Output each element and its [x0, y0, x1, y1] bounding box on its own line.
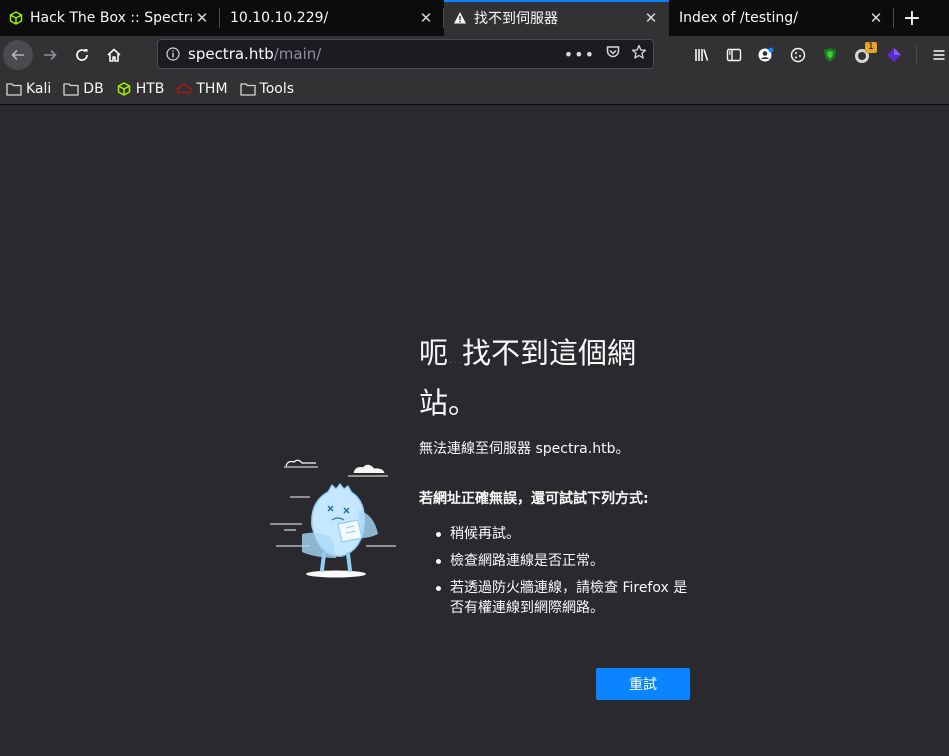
folder-icon [6, 81, 22, 97]
tab-server-not-found[interactable]: 找不到伺服器 ✕ [444, 0, 669, 36]
suggestion-item: 若透過防火牆連線，請檢查 Firefox 是否有權連線到網際網路。 [436, 578, 696, 618]
url-path: /main/ [273, 45, 322, 63]
tab-10-10-10-229[interactable]: 10.10.10.229/ ✕ [220, 0, 444, 36]
url-bar[interactable]: spectra.htb/main/ ••• [157, 39, 654, 69]
htb-cube-icon [116, 81, 132, 97]
forward-arrow-icon [44, 49, 57, 61]
suggestion-list: 稍候再試。 檢查網路連線是否正常。 若透過防火牆連線，請檢查 Firefox 是… [436, 524, 696, 625]
purple-cube-icon [887, 48, 901, 62]
close-icon[interactable]: ✕ [641, 8, 661, 28]
error-title-end: 找不到這個網站。 [419, 336, 637, 420]
home-icon [107, 48, 121, 62]
error-title-start: 呃 [419, 336, 449, 370]
library-icon [695, 49, 709, 61]
close-icon[interactable]: ✕ [866, 8, 886, 28]
forward-button[interactable] [34, 39, 66, 71]
info-icon[interactable] [158, 47, 188, 61]
bookmark-label: Kali [26, 81, 52, 97]
folder-icon [239, 81, 256, 97]
home-button[interactable] [98, 39, 130, 71]
navigation-toolbar: spectra.htb/main/ ••• 1 [0, 36, 949, 74]
bookmark-label: THM [196, 81, 228, 97]
bookmark-kali[interactable]: Kali [6, 81, 51, 97]
error-description: 無法連線至伺服器 spectra.htb。 [419, 441, 630, 457]
green-shield-icon [824, 48, 836, 62]
warning-icon [452, 10, 468, 26]
toolbar-extensions: 1 [686, 39, 949, 71]
tab-title: Hack The Box :: Spectra [30, 10, 192, 26]
bookmark-star-icon[interactable] [631, 44, 647, 64]
suggestion-heading: 若網址正確無誤，還可試試下列方式: [419, 491, 649, 507]
tab-title: 10.10.10.229/ [230, 10, 329, 26]
notification-badge: 1 [865, 42, 877, 53]
close-icon[interactable]: ✕ [416, 8, 436, 28]
sidebar-button[interactable] [718, 39, 750, 71]
new-tab-button[interactable]: + [894, 0, 930, 36]
account-button[interactable] [750, 39, 782, 71]
bookmark-htb[interactable]: HTB [116, 81, 165, 97]
tab-index-of-testing[interactable]: Index of /testing/ ✕ [669, 0, 894, 36]
retry-button[interactable]: 重試 [596, 668, 690, 700]
suggestion-item: 稍候再試。 [436, 524, 696, 544]
error-title: 呃…找不到這個網站。 [419, 331, 691, 425]
tab-title: Index of /testing/ [679, 10, 798, 26]
bookmark-label: DB [83, 81, 104, 97]
bookmark-label: HTB [135, 81, 165, 97]
bookmark-label: Tools [259, 81, 295, 97]
bookmarks-toolbar: Kali DB HTB THM Tools [0, 74, 949, 105]
reload-icon [76, 49, 88, 61]
purple-extension-button[interactable] [878, 39, 910, 71]
bookmark-thm[interactable]: THM [176, 81, 228, 97]
back-arrow-icon [3, 40, 33, 70]
folder-icon [63, 81, 79, 97]
back-button[interactable] [2, 39, 34, 71]
error-title-ellipsis: … [448, 351, 463, 367]
tab-title: 找不到伺服器 [474, 11, 558, 27]
tab-strip: Hack The Box :: Spectra ✕ 10.10.10.229/ … [0, 0, 949, 36]
tab-hack-the-box[interactable]: Hack The Box :: Spectra ✕ [0, 0, 220, 36]
htb-cube-icon [8, 10, 24, 26]
library-button[interactable] [686, 39, 718, 71]
menu-button[interactable] [923, 39, 949, 71]
confused-dinosaur-illustration [270, 459, 396, 578]
cookie-extension-button[interactable] [782, 39, 814, 71]
toolbar-separator [916, 45, 917, 65]
bookmark-db[interactable]: DB [63, 81, 104, 97]
pocket-icon[interactable] [605, 44, 621, 64]
sidebar-icon [726, 48, 742, 62]
cookie-icon [790, 47, 806, 63]
hamburger-menu-icon [933, 50, 945, 60]
shield-extension-button[interactable] [814, 39, 846, 71]
proxy-extension-button[interactable]: 1 [846, 39, 878, 71]
bookmark-tools[interactable]: Tools [239, 81, 295, 97]
close-icon[interactable]: ✕ [192, 8, 212, 28]
reload-button[interactable] [66, 39, 98, 71]
account-icon [758, 47, 774, 62]
url-host: spectra.htb [188, 45, 274, 63]
page-actions-icon[interactable]: ••• [564, 45, 595, 64]
suggestion-item: 檢查網路連線是否正常。 [436, 551, 696, 571]
thm-icon [176, 81, 192, 97]
error-page: 呃…找不到這個網站。 無法連線至伺服器 spectra.htb。 若網址正確無誤… [0, 106, 949, 756]
url-actions: ••• [564, 40, 647, 68]
